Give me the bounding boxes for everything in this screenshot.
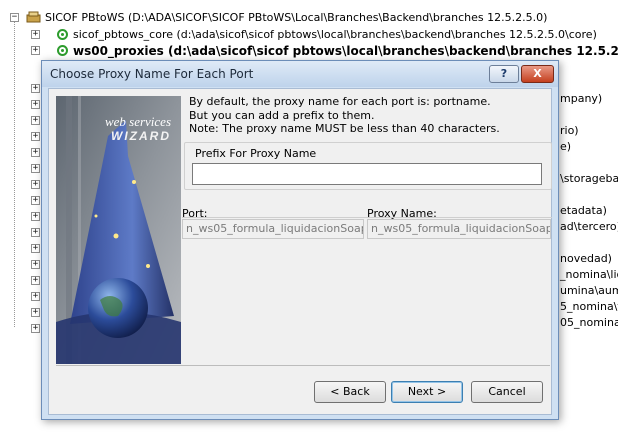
info-text: By default, the proxy name for each port… xyxy=(189,95,500,136)
back-button[interactable]: < Back xyxy=(314,381,386,403)
footer-divider xyxy=(56,365,550,366)
expand-icon[interactable]: + xyxy=(31,132,40,141)
close-button[interactable]: X xyxy=(521,65,554,83)
next-button[interactable]: Next > xyxy=(391,381,463,403)
tree-fragment: novedad) xyxy=(560,252,612,265)
expand-icon[interactable]: + xyxy=(31,46,40,55)
proxy-name-dialog: Choose Proxy Name For Each Port ? X web … xyxy=(41,60,559,420)
wizard-image-caption-2: WIZARD xyxy=(111,129,171,143)
expand-icon[interactable]: + xyxy=(31,196,40,205)
info-line: By default, the proxy name for each port… xyxy=(189,95,491,108)
collapse-icon[interactable]: − xyxy=(10,13,19,22)
expand-icon[interactable]: + xyxy=(31,212,40,221)
wizard-image: web services WIZARD xyxy=(56,96,181,364)
expand-icon[interactable]: + xyxy=(31,148,40,157)
tree-root-row[interactable]: − SICOF PBtoWS (D:\ADA\SICOF\SICOF PBtoW… xyxy=(0,9,618,26)
expand-icon[interactable]: + xyxy=(31,292,40,301)
expand-icon[interactable]: + xyxy=(31,30,40,39)
expand-icon[interactable]: + xyxy=(31,324,40,333)
port-value: n_ws05_formula_liquidacionSoap xyxy=(182,219,364,239)
target-icon xyxy=(57,45,68,56)
tree-fragment: etadata) xyxy=(560,204,607,217)
tree-fragment: e) xyxy=(560,140,572,153)
workspace-icon xyxy=(26,11,41,23)
info-line: Note: The proxy name MUST be less than 4… xyxy=(189,122,500,135)
tree-target-row[interactable]: + ws00_proxies (d:\ada\sicof\sicof pbtow… xyxy=(0,42,618,59)
wizard-image-caption-1: web services xyxy=(104,114,171,129)
tree-fragment: umina\aume xyxy=(560,284,618,297)
info-line: But you can add a prefix to them. xyxy=(189,108,375,122)
tree-target-label-current: ws00_proxies (d:\ada\sicof\sicof pbtows\… xyxy=(73,43,618,58)
expand-icon[interactable]: + xyxy=(31,276,40,285)
tree-fragment: \storagebag xyxy=(560,172,618,185)
expand-icon[interactable]: + xyxy=(31,84,40,93)
expand-icon[interactable]: + xyxy=(31,228,40,237)
expand-icon[interactable]: + xyxy=(31,260,40,269)
tree-target-label: sicof_pbtows_core (d:\ada\sicof\sicof pb… xyxy=(73,28,597,41)
column-header-divider xyxy=(182,217,552,218)
prefix-input[interactable] xyxy=(192,163,542,185)
tree-fragment: 05_nomina\l xyxy=(560,316,618,329)
tree-fragment: 5_nomina\for xyxy=(560,300,618,313)
expand-icon[interactable]: + xyxy=(31,100,40,109)
tree-fragment: rio) xyxy=(560,124,579,137)
cancel-button[interactable]: Cancel xyxy=(471,381,543,403)
help-button[interactable]: ? xyxy=(489,65,519,83)
proxy-name-field: n_ws05_formula_liquidacionSoap xyxy=(367,219,551,239)
dialog-title: Choose Proxy Name For Each Port xyxy=(50,67,254,81)
tree-fragment: ad\tercero) xyxy=(560,220,618,233)
expand-icon[interactable]: + xyxy=(31,308,40,317)
expand-icon[interactable]: + xyxy=(31,244,40,253)
tree-target-row[interactable]: + sicof_pbtows_core (d:\ada\sicof\sicof … xyxy=(0,26,618,43)
prefix-label: Prefix For Proxy Name xyxy=(194,147,318,160)
dialog-titlebar[interactable]: Choose Proxy Name For Each Port ? X xyxy=(42,61,558,87)
expand-icon[interactable]: + xyxy=(31,116,40,125)
tree-fragment: _nomina\liqu xyxy=(560,268,618,281)
dialog-client-area: web services WIZARD By default, the prox… xyxy=(48,88,552,415)
tree-fragment: mpany) xyxy=(560,92,603,105)
expand-icon[interactable]: + xyxy=(31,164,40,173)
tree-guide-line xyxy=(14,22,15,327)
expand-icon[interactable]: + xyxy=(31,180,40,189)
target-icon xyxy=(57,29,68,40)
tree-root-label: SICOF PBtoWS (D:\ADA\SICOF\SICOF PBtoWS\… xyxy=(45,11,548,24)
